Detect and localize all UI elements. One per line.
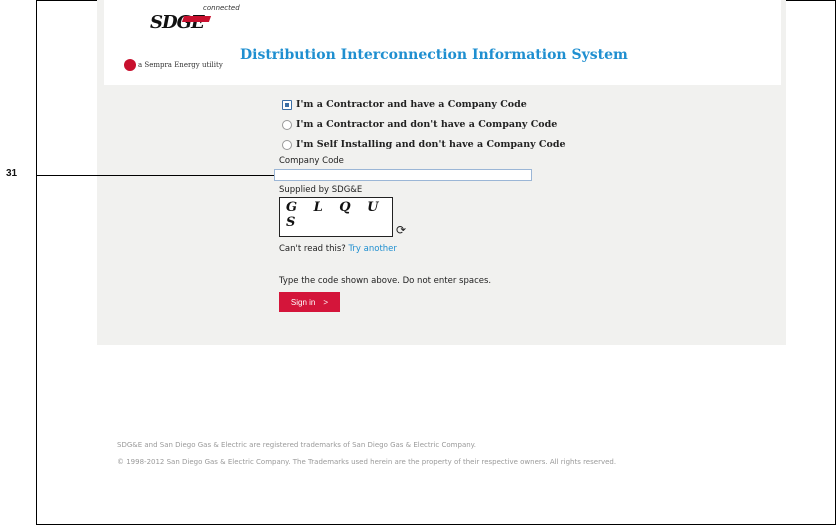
cant-read-row: Can't read this? Try another [279, 244, 397, 254]
sempra-logo: a Sempra Energy utility [124, 59, 223, 71]
option-self-installing[interactable]: I'm Self Installing and don't have a Com… [282, 139, 566, 150]
refresh-captcha-icon[interactable]: ⟳ [396, 224, 406, 236]
sempra-text: a Sempra Energy utility [138, 61, 223, 69]
option-label: I'm Self Installing and don't have a Com… [296, 139, 566, 150]
captcha-instructions: Type the code shown above. Do not enter … [279, 276, 492, 286]
sign-in-label: Sign in [290, 297, 316, 307]
page-header [104, 0, 781, 85]
radio-checked-icon[interactable] [282, 99, 292, 110]
supplied-by-label: Supplied by SDG&E [279, 185, 363, 195]
callout-leader-line [36, 175, 274, 176]
chevron-right-icon: > [323, 297, 329, 307]
cant-read-text: Can't read this? [279, 244, 346, 254]
captcha-image: G L Q U S [279, 197, 393, 237]
callout-number: 31 [6, 168, 18, 179]
footer-trademark: SDG&E and San Diego Gas & Electric are r… [117, 441, 477, 449]
sempra-swirl-icon [124, 59, 136, 71]
option-contractor-without-code[interactable]: I'm a Contractor and don't have a Compan… [282, 119, 557, 130]
radio-icon[interactable] [282, 119, 292, 130]
sdge-logo-bar [181, 16, 212, 22]
option-contractor-with-code[interactable]: I'm a Contractor and have a Company Code [282, 99, 527, 110]
footer-copyright: © 1998-2012 San Diego Gas & Electric Com… [117, 458, 617, 466]
radio-icon[interactable] [282, 139, 292, 150]
company-code-input[interactable] [274, 169, 532, 181]
option-label: I'm a Contractor and don't have a Compan… [296, 119, 558, 130]
option-label: I'm a Contractor and have a Company Code [296, 99, 527, 110]
try-another-link[interactable]: Try another [348, 244, 396, 254]
page-title: Distribution Interconnection Information… [240, 47, 628, 63]
sdge-logo-connected: connected [203, 4, 240, 12]
sign-in-button[interactable]: Sign in > [279, 292, 340, 312]
company-code-label: Company Code [279, 156, 344, 166]
